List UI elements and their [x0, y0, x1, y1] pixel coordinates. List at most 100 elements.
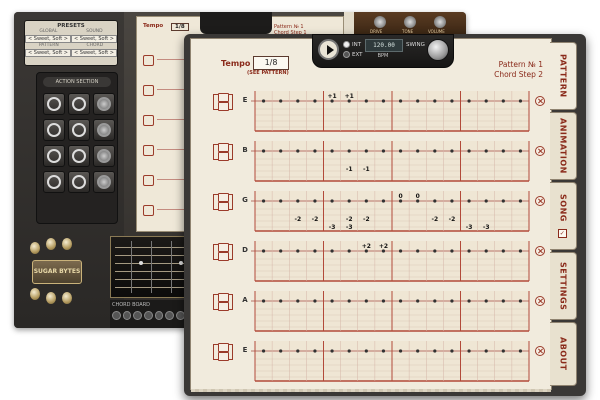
tone-knob[interactable] — [404, 16, 416, 28]
step-value: 0 — [416, 193, 420, 200]
tuning-peg[interactable] — [46, 292, 56, 304]
paste-icon[interactable] — [218, 102, 229, 111]
step-dot — [484, 249, 488, 253]
step-dot — [296, 299, 300, 303]
chord-key[interactable] — [133, 311, 143, 320]
tuning-peg[interactable] — [62, 238, 72, 250]
paste-icon[interactable] — [218, 202, 229, 211]
presets-chord-label: CHORD — [86, 43, 104, 48]
copy-icon[interactable] — [218, 243, 229, 252]
sugar-bytes-logo: SUGAR BYTES — [32, 260, 82, 284]
tab-animation[interactable]: ANIMATION — [550, 112, 577, 180]
chord-key[interactable] — [154, 311, 164, 320]
tab-animation-label: ANIMATION — [558, 118, 568, 174]
volume-knob[interactable] — [434, 16, 446, 28]
action-knob[interactable] — [93, 119, 115, 141]
tuning-peg[interactable] — [62, 292, 72, 304]
chord-key[interactable] — [144, 311, 153, 320]
copy-icon[interactable] — [218, 143, 229, 152]
step-dot — [364, 349, 368, 353]
action-knob[interactable] — [93, 145, 115, 167]
paste-icon[interactable] — [218, 252, 229, 261]
tab-settings[interactable]: SETTINGS — [550, 252, 577, 320]
action-button[interactable] — [43, 171, 65, 193]
step-dot — [416, 299, 420, 303]
int-label: INT — [352, 41, 362, 48]
string-controls[interactable] — [213, 191, 233, 211]
step-dot — [467, 199, 471, 203]
action-button[interactable] — [68, 119, 90, 141]
action-button[interactable] — [43, 145, 65, 167]
step-dot — [467, 349, 471, 353]
string-mute-button[interactable] — [535, 196, 545, 206]
step-dot — [347, 349, 351, 353]
step-dot — [364, 149, 368, 153]
chord-key[interactable] — [112, 311, 121, 320]
string-controls[interactable] — [213, 341, 233, 361]
action-knob[interactable] — [93, 93, 115, 115]
string-controls[interactable] — [213, 91, 233, 111]
preset-chord-select[interactable]: < Sweet, Soft > — [71, 49, 117, 57]
step-value: -1 — [346, 166, 353, 173]
step-dot — [261, 299, 266, 303]
action-button[interactable] — [68, 93, 90, 115]
copy-icon[interactable] — [218, 193, 229, 202]
tab-song[interactable]: SONG ✓ — [550, 182, 577, 250]
song-checkbox[interactable]: ✓ — [558, 229, 567, 238]
string-controls[interactable] — [213, 241, 233, 261]
tuning-peg[interactable] — [46, 238, 56, 250]
clock-int-option[interactable]: INT — [343, 41, 361, 48]
presets-pattern-label: PATTERN — [38, 43, 59, 48]
chord-key[interactable] — [122, 311, 132, 320]
string-mute-button[interactable] — [535, 146, 545, 156]
action-button[interactable] — [43, 93, 65, 115]
chord-step[interactable]: Chord Step 2 — [494, 70, 543, 79]
string-controls[interactable] — [213, 291, 233, 311]
tab-pattern[interactable]: PATTERN — [550, 42, 577, 110]
step-dot — [381, 149, 386, 153]
chord-key[interactable] — [165, 311, 175, 320]
paste-icon[interactable] — [218, 152, 229, 161]
step-dot — [313, 149, 317, 153]
string-mute-button[interactable] — [535, 246, 545, 256]
string-pattern-grid[interactable]: +1 +1 -1 -1 0 0 -2 -2 -2 -2 -2 -2 -3 -3 -3 -3 +2 +2 EBGDA… — [191, 83, 551, 389]
paste-icon[interactable] — [218, 352, 229, 361]
string-controls[interactable] — [213, 141, 233, 161]
action-button[interactable] — [68, 145, 90, 167]
step-dot — [518, 249, 523, 253]
action-button[interactable] — [68, 171, 90, 193]
step-value: -2 — [449, 216, 456, 223]
step-dot — [279, 349, 283, 353]
tab-about[interactable]: ABOUT — [550, 322, 577, 386]
action-knob[interactable] — [93, 171, 115, 193]
step-value: -2 — [431, 216, 438, 223]
pattern-number[interactable]: Pattern № 1 — [499, 60, 543, 69]
action-section: ACTION SECTION — [36, 72, 118, 224]
tuning-peg[interactable] — [30, 288, 40, 300]
step-dot — [501, 199, 505, 203]
drive-knob[interactable] — [374, 16, 386, 28]
play-button[interactable] — [318, 39, 339, 60]
copy-icon[interactable] — [218, 93, 229, 102]
copy-icon[interactable] — [218, 293, 229, 302]
string-mute-button[interactable] — [535, 296, 545, 306]
ext-label: EXT — [352, 51, 363, 58]
step-value: 0 — [398, 193, 402, 200]
string-mute-button[interactable] — [535, 346, 545, 356]
step-value: -3 — [466, 224, 473, 231]
preset-sound-select[interactable]: < Sweet, Soft > — [71, 35, 117, 43]
action-button[interactable] — [43, 119, 65, 141]
step-dot — [501, 249, 505, 253]
preset-global-select[interactable]: < Sweet, Soft > — [25, 35, 71, 43]
paste-icon[interactable] — [218, 302, 229, 311]
copy-icon[interactable] — [218, 343, 229, 352]
tuning-peg[interactable] — [30, 242, 40, 254]
step-dot — [518, 199, 523, 203]
clock-ext-option[interactable]: EXT — [343, 51, 363, 58]
preset-pattern-select[interactable]: < Sweet, Soft > — [25, 49, 71, 57]
presets-global-label: GLOBAL — [39, 29, 58, 34]
bpm-display[interactable]: 120.00 — [365, 39, 403, 52]
swing-knob[interactable] — [427, 39, 449, 61]
tempo-value-field[interactable]: 1/8 — [253, 56, 289, 70]
string-mute-button[interactable] — [535, 96, 545, 106]
